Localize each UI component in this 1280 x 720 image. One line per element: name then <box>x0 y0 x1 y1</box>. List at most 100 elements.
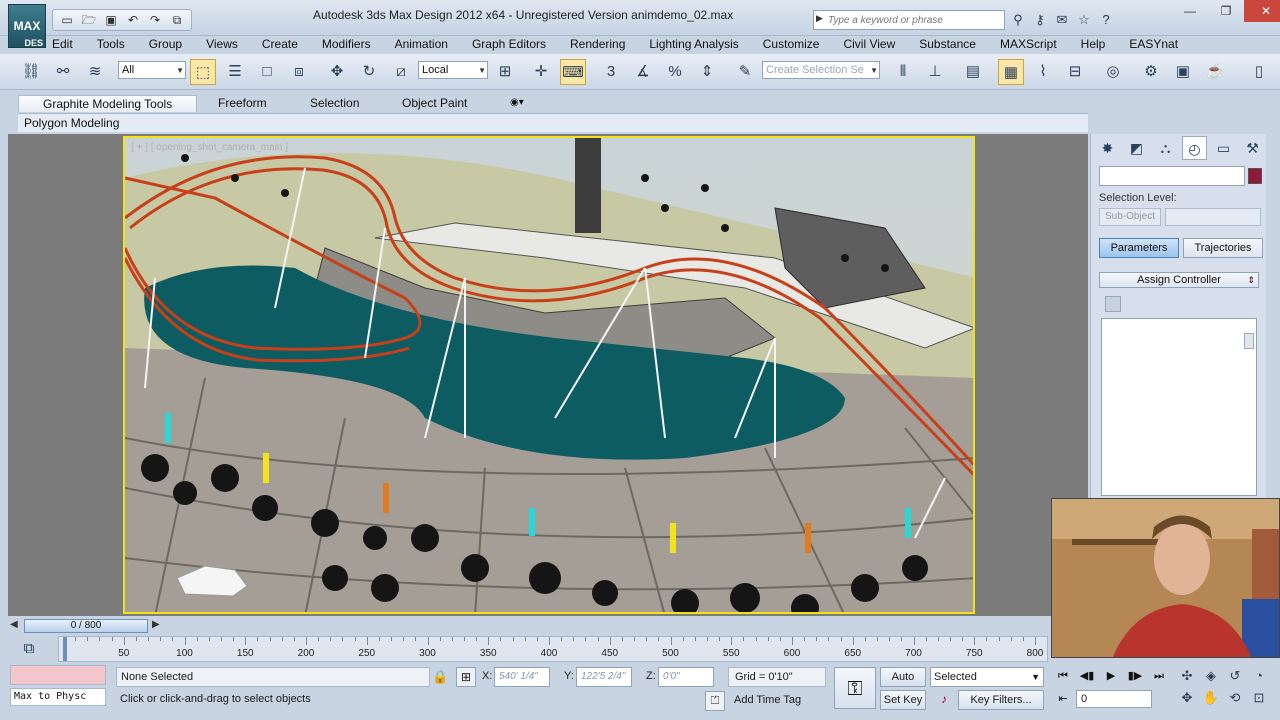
ribbon-options-icon[interactable]: ◉▾ <box>510 95 524 111</box>
menu-item-lighting-analysis[interactable]: Lighting Analysis <box>637 36 750 54</box>
bind-space-warp-icon[interactable]: ≋ <box>82 59 108 85</box>
next-frame-icon[interactable]: ▮▶ <box>1124 666 1146 686</box>
set-key-icon[interactable]: ⚿ <box>834 667 876 709</box>
selection-filter-dropdown[interactable]: All ▼ <box>118 61 186 79</box>
mirror-icon[interactable]: ⫴ <box>890 59 916 85</box>
select-link-icon[interactable]: ⛓ <box>18 59 44 85</box>
communication-icon[interactable]: ✉ <box>1052 10 1072 30</box>
menu-item-help[interactable]: Help <box>1069 36 1118 54</box>
layer-manager-icon[interactable]: ▤ <box>960 59 986 85</box>
tab-object-paint[interactable]: Object Paint <box>402 95 467 111</box>
selection-lock-icon[interactable]: 🔒 <box>432 669 448 685</box>
controller-list[interactable] <box>1101 318 1257 496</box>
y-coordinate-field[interactable]: 122'5 2/4" <box>576 667 632 687</box>
key-mode-toggle-icon[interactable]: ⇤ <box>1052 689 1074 709</box>
scale-icon[interactable]: ⧄ <box>388 59 414 85</box>
roll-icon[interactable]: ↺ <box>1224 666 1246 686</box>
perspective-icon[interactable]: ◈ <box>1200 666 1222 686</box>
tab-graphite-modeling-tools[interactable]: Graphite Modeling Tools <box>18 95 198 112</box>
time-slider[interactable]: 0 / 800 <box>24 619 148 633</box>
undo-icon[interactable]: ↶ <box>123 11 143 29</box>
sub-object-dropdown[interactable] <box>1165 208 1261 226</box>
maxscript-mini-listener[interactable]: Max to Physc <box>10 688 106 706</box>
current-frame-field[interactable]: 0 <box>1076 690 1152 708</box>
favorites-icon[interactable]: ☆ <box>1074 10 1094 30</box>
controller-list-scrollbar[interactable] <box>1244 333 1254 349</box>
spinner-snap-icon[interactable]: ⇕ <box>694 59 720 85</box>
viewport-label[interactable]: [ + ] [ opening_shot_camera_main ] <box>131 142 288 153</box>
utilities-tab-icon[interactable]: ⚒ <box>1240 136 1265 160</box>
graphite-ribbon-icon[interactable]: ▦ <box>998 59 1024 85</box>
pivot-center-icon[interactable]: ⊞ <box>492 59 518 85</box>
search-expand-icon[interactable]: ▶ <box>816 13 823 24</box>
close-button[interactable]: ✕ <box>1244 0 1280 22</box>
object-color-swatch[interactable] <box>1248 168 1262 184</box>
menu-item-rendering[interactable]: Rendering <box>558 36 637 54</box>
menu-item-easynat[interactable]: EASYnat <box>1117 36 1190 54</box>
named-selection-dropdown[interactable]: Create Selection Se ▼ <box>762 61 880 79</box>
rotate-icon[interactable]: ↻ <box>356 59 382 85</box>
dolly-icon[interactable]: ✣ <box>1176 666 1198 686</box>
curve-editor-icon[interactable]: ⌇ <box>1030 59 1056 85</box>
help-icon[interactable]: ? <box>1096 10 1116 30</box>
key-filter-icon[interactable]: ♪ <box>934 690 954 710</box>
infocenter-search[interactable]: ▶ <box>813 10 1005 30</box>
edit-named-selection-icon[interactable]: ✎ <box>732 59 758 85</box>
menu-item-tools[interactable]: Tools <box>85 36 137 54</box>
create-tab-icon[interactable]: ✸ <box>1095 136 1120 160</box>
menu-item-graph-editors[interactable]: Graph Editors <box>460 36 558 54</box>
binoculars-icon[interactable]: ⚲ <box>1008 10 1028 30</box>
menu-item-customize[interactable]: Customize <box>751 36 832 54</box>
ribbon-panel-polygon-modeling[interactable]: Polygon Modeling <box>24 116 119 130</box>
menu-item-group[interactable]: Group <box>137 36 194 54</box>
trajectories-button[interactable]: Trajectories <box>1183 238 1263 258</box>
window-crossing-icon[interactable]: ⧈ <box>286 59 312 85</box>
subscription-icon[interactable]: ⚷ <box>1030 10 1050 30</box>
menu-item-views[interactable]: Views <box>194 36 250 54</box>
angle-snap-icon[interactable]: ∡ <box>630 59 656 85</box>
x-coordinate-field[interactable]: 540' 1/4" <box>494 667 550 687</box>
move-icon[interactable]: ✥ <box>324 59 350 85</box>
time-slider-next-icon[interactable]: ▶ <box>152 619 160 630</box>
schematic-view-icon[interactable]: ⊟ <box>1062 59 1088 85</box>
parameters-button[interactable]: Parameters <box>1099 238 1179 258</box>
menu-item-create[interactable]: Create <box>250 36 310 54</box>
maxscript-listener-output[interactable] <box>10 665 106 685</box>
time-tag-icon[interactable]: ⏍ <box>705 691 725 711</box>
display-tab-icon[interactable]: ▭ <box>1211 136 1236 160</box>
go-to-start-icon[interactable]: ⏮ <box>1052 666 1074 686</box>
pan-hand-icon[interactable]: ✋ <box>1200 688 1222 708</box>
field-of-view-icon[interactable]: ◔ <box>1248 666 1270 686</box>
menu-item-maxscript[interactable]: MAXScript <box>988 36 1069 54</box>
keyboard-shortcut-override-icon[interactable]: ⌨ <box>560 59 586 85</box>
track-ruler[interactable]: 50 100 150 200 250 300 350 400 450 500 550 600 650 70… <box>58 636 1048 662</box>
tab-selection[interactable]: Selection <box>310 95 359 111</box>
maximize-button[interactable]: ❐ <box>1208 0 1244 22</box>
reference-coordinate-dropdown[interactable]: Local ▼ <box>418 61 488 79</box>
time-slider-prev-icon[interactable]: ◀ <box>10 619 18 630</box>
save-icon[interactable]: ▣ <box>101 11 121 29</box>
add-time-tag-button[interactable]: Add Time Tag <box>728 691 826 711</box>
menu-item-civil-view[interactable]: Civil View <box>831 36 907 54</box>
redo-icon[interactable]: ↷ <box>145 11 165 29</box>
percent-snap-icon[interactable]: % <box>662 59 688 85</box>
select-object-icon[interactable]: ⬚ <box>190 59 216 85</box>
maximize-viewport-icon[interactable]: ⊡ <box>1248 688 1270 708</box>
project-folder-icon[interactable]: ⧉ <box>167 11 187 29</box>
go-to-end-icon[interactable]: ⏭ <box>1148 666 1170 686</box>
absolute-mode-icon[interactable]: ⊞ <box>456 667 476 687</box>
tab-freeform[interactable]: Freeform <box>218 95 267 111</box>
motion-tab-icon[interactable]: ◴ <box>1182 136 1207 160</box>
set-key-button[interactable]: Set Key <box>880 690 926 710</box>
auto-key-button[interactable]: Auto Key <box>880 667 926 701</box>
app-menu-button[interactable]: MAX DES <box>8 4 46 48</box>
rectangular-selection-icon[interactable]: □ <box>254 59 280 85</box>
camera-viewport[interactable]: [ + ] [ opening_shot_camera_main ] <box>123 136 975 614</box>
toolbar-overflow-icon[interactable]: ▯ <box>1246 59 1272 85</box>
align-icon[interactable]: ⊥ <box>922 59 948 85</box>
mini-curve-editor-icon[interactable]: ⧉ <box>18 639 40 659</box>
orbit-icon[interactable]: ⟲ <box>1224 688 1246 708</box>
minimize-button[interactable]: — <box>1172 0 1208 22</box>
open-icon[interactable]: 🗁 <box>79 11 99 29</box>
menu-item-modifiers[interactable]: Modifiers <box>310 36 383 54</box>
